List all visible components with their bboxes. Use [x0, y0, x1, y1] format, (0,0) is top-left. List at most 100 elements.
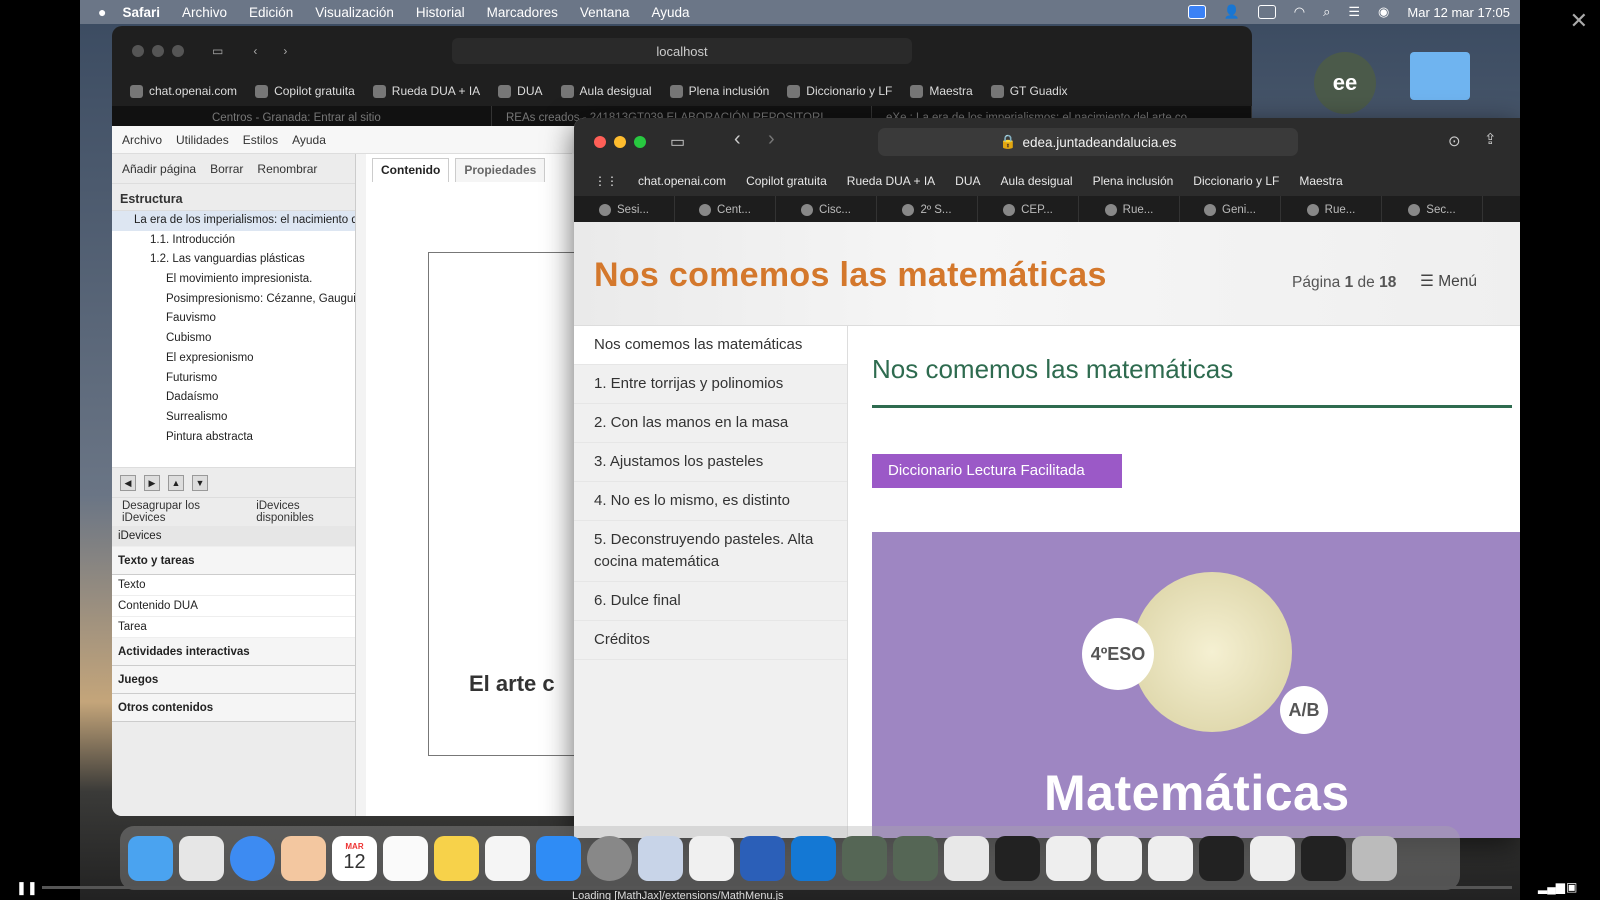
finder-icon[interactable]	[128, 835, 173, 881]
control-center-icon[interactable]: ☰	[1348, 4, 1360, 20]
tree-node[interactable]: Fauvismo	[112, 309, 355, 329]
photos-icon[interactable]	[281, 835, 326, 881]
window-thumbnail-icon[interactable]	[1250, 835, 1295, 881]
menu-button[interactable]: ☰ Menú	[1420, 272, 1477, 291]
progress-track[interactable]	[42, 886, 1512, 889]
menu-historial[interactable]: Historial	[416, 5, 465, 20]
bookmark[interactable]: Rueda DUA + IA	[372, 84, 480, 98]
group-juegos[interactable]: Juegos	[112, 666, 355, 694]
sidebar-icon[interactable]: ▭	[670, 132, 685, 152]
menu-marcadores[interactable]: Marcadores	[487, 5, 558, 20]
nav-item[interactable]: 3. Ajustamos los pasteles	[574, 443, 847, 482]
siri-icon[interactable]: ◉	[1378, 4, 1389, 20]
back-icon[interactable]: ‹	[253, 44, 257, 58]
bookmark-folder[interactable]: DUA	[498, 84, 543, 98]
close-icon[interactable]: ✕	[1570, 8, 1588, 34]
bookmark-folder[interactable]: Plena inclusión	[1093, 174, 1174, 188]
pause-icon[interactable]: ❚❚	[16, 880, 38, 896]
freeform-icon[interactable]	[485, 835, 530, 881]
document-icon[interactable]	[944, 835, 989, 881]
rename-button[interactable]: Renombrar	[257, 162, 317, 176]
idevice-item[interactable]: Contenido DUA	[112, 596, 355, 617]
exe-menu-estilos[interactable]: Estilos	[243, 133, 278, 147]
menu-ayuda[interactable]: Ayuda	[651, 5, 689, 20]
exe-app-icon[interactable]	[842, 835, 887, 881]
appstore-icon[interactable]	[536, 835, 581, 881]
wifi-icon[interactable]: ◠	[1294, 4, 1305, 20]
idevices-header[interactable]: iDevices	[112, 526, 355, 547]
tab[interactable]: 2º S...	[877, 196, 978, 224]
window-thumbnail-icon[interactable]	[1097, 835, 1142, 881]
calendar-icon[interactable]: MAR 12	[332, 835, 377, 881]
menu-app[interactable]: Safari	[122, 5, 160, 20]
clock[interactable]: Mar 12 mar 17:05	[1407, 5, 1510, 20]
word-icon[interactable]	[740, 835, 785, 881]
nav-item[interactable]: 5. Deconstruyendo pasteles. Alta cocina …	[574, 521, 847, 582]
nav-item[interactable]: 6. Dulce final	[574, 582, 847, 621]
bookmark[interactable]: Rueda DUA + IA	[847, 174, 935, 188]
preview-icon[interactable]	[638, 835, 683, 881]
launchpad-icon[interactable]	[179, 835, 224, 881]
download-icon[interactable]: ⊙	[1448, 132, 1461, 150]
exe-app-icon[interactable]	[893, 835, 938, 881]
editor-page-preview[interactable]: El arte c	[428, 252, 588, 756]
tab[interactable]: Cisc...	[776, 196, 877, 224]
group-texto-tareas[interactable]: Texto y tareas	[112, 547, 355, 575]
minimize-light[interactable]	[614, 136, 626, 148]
bookmark-folder[interactable]: Maestra	[1299, 174, 1342, 188]
screen-mirror-icon[interactable]	[1187, 5, 1206, 19]
tab[interactable]: Rue...	[1281, 196, 1382, 224]
tab-contenido[interactable]: Contenido	[372, 158, 450, 182]
move-up-icon[interactable]: ▲	[168, 474, 184, 491]
folder-desktop-icon[interactable]	[1410, 52, 1470, 100]
bookmark-folder[interactable]: Maestra	[910, 84, 973, 98]
bookmark-folder[interactable]: Aula desigual	[1001, 174, 1073, 188]
tree-node[interactable]: Dadaísmo	[112, 388, 355, 408]
textedit-icon[interactable]	[689, 835, 734, 881]
nav-item[interactable]: Nos comemos las matemáticas	[574, 326, 847, 365]
battery-icon[interactable]	[1257, 5, 1276, 19]
tree-node[interactable]: Cubismo	[112, 329, 355, 349]
bookmark[interactable]: chat.openai.com	[130, 84, 237, 98]
safari-icon[interactable]	[230, 835, 275, 881]
move-right-icon[interactable]: ▶	[144, 474, 160, 491]
zoom-light[interactable]	[172, 45, 184, 57]
nav-item[interactable]: 4. No es lo mismo, es distinto	[574, 482, 847, 521]
grid-icon[interactable]: ⋮⋮	[594, 174, 618, 188]
bookmark[interactable]: Copilot gratuita	[746, 174, 827, 188]
idevice-item[interactable]: Texto	[112, 575, 355, 596]
tab[interactable]: Geni...	[1180, 196, 1281, 224]
exe-desktop-icon[interactable]: ee	[1314, 52, 1376, 114]
back-url-field[interactable]: localhost	[452, 38, 912, 64]
group-actividades[interactable]: Actividades interactivas	[112, 638, 355, 666]
nav-item[interactable]: 2. Con las manos en la masa	[574, 404, 847, 443]
menu-archivo[interactable]: Archivo	[182, 5, 227, 20]
search-icon[interactable]: ⌕	[1323, 4, 1330, 20]
close-light[interactable]	[594, 136, 606, 148]
exe-menu-utilidades[interactable]: Utilidades	[176, 133, 229, 147]
window-thumbnail-icon[interactable]	[1046, 835, 1091, 881]
ungroup-idevices-tab[interactable]: Desagrupar los iDevices	[122, 500, 240, 524]
apple-icon[interactable]: ●	[98, 4, 106, 20]
tab[interactable]: Rue...	[1079, 196, 1180, 224]
bookmark[interactable]: Copilot gratuita	[255, 84, 355, 98]
bookmark-folder[interactable]: DUA	[955, 174, 980, 188]
tab[interactable]: Sesi...	[574, 196, 675, 224]
tree-node[interactable]: Surrealismo	[112, 408, 355, 428]
menu-visualizacion[interactable]: Visualización	[315, 5, 394, 20]
bookmark-folder[interactable]: Plena inclusión	[669, 84, 769, 98]
window-thumbnail-icon[interactable]	[995, 835, 1040, 881]
settings-icon[interactable]	[587, 835, 632, 881]
available-idevices-tab[interactable]: iDevices disponibles	[256, 500, 355, 524]
tree-node[interactable]: Futurismo	[112, 369, 355, 389]
group-otros[interactable]: Otros contenidos	[112, 694, 355, 722]
fullscreen-icon[interactable]: ▣	[1566, 880, 1577, 894]
dictionary-button[interactable]: Diccionario Lectura Facilitada	[872, 454, 1122, 488]
minimize-light[interactable]	[152, 45, 164, 57]
bookmark-folder[interactable]: Diccionario y LF	[1193, 174, 1279, 188]
notes-icon[interactable]	[434, 835, 479, 881]
share-icon[interactable]: ⇪	[1484, 130, 1497, 148]
window-thumbnail-icon[interactable]	[1301, 835, 1346, 881]
idevice-item[interactable]: Tarea	[112, 617, 355, 638]
user-icon[interactable]: 👤	[1224, 4, 1240, 20]
